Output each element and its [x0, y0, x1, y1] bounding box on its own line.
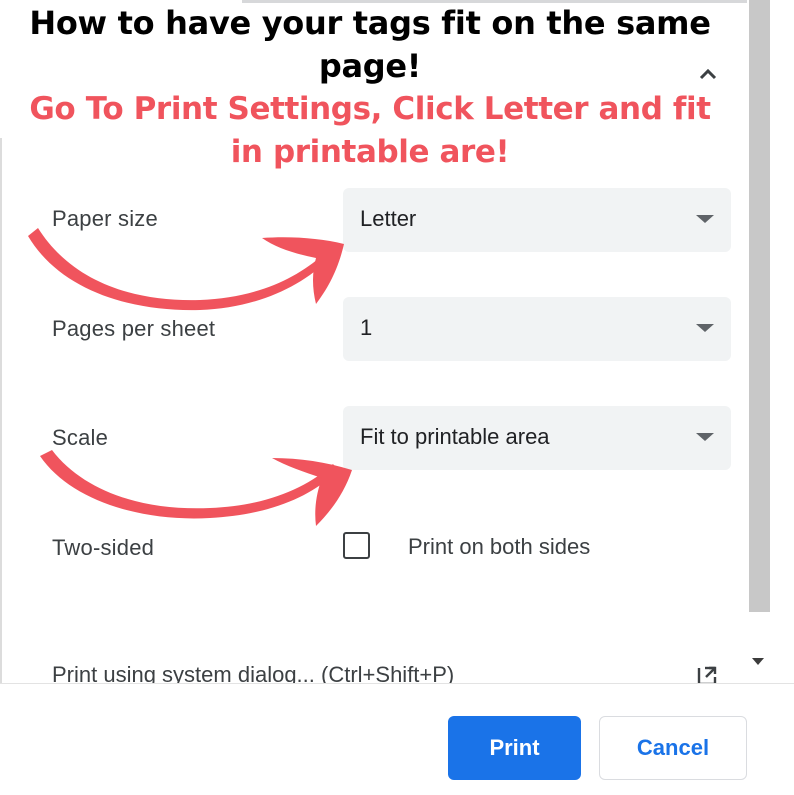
- panel-left-border: [0, 138, 2, 683]
- pages-per-sheet-label: Pages per sheet: [52, 316, 216, 341]
- paper-size-label: Paper size: [52, 206, 158, 231]
- tutorial-headline: How to have your tags fit on the same pa…: [29, 4, 711, 85]
- scale-label: Scale: [52, 425, 109, 450]
- scale-value: Fit to printable area: [360, 424, 550, 449]
- pages-per-sheet-select[interactable]: 1: [343, 297, 731, 361]
- two-sided-label: Two-sided: [52, 535, 155, 560]
- scroll-down-icon[interactable]: [752, 658, 764, 665]
- two-sided-option-label[interactable]: Print on both sides: [408, 534, 590, 560]
- dropdown-caret-icon: [696, 433, 714, 441]
- dropdown-caret-icon: [696, 324, 714, 332]
- scale-select[interactable]: Fit to printable area: [343, 406, 731, 470]
- pages-per-sheet-value: 1: [360, 315, 373, 340]
- paper-size-value: Letter: [360, 206, 417, 231]
- print-button[interactable]: Print: [448, 716, 581, 780]
- dropdown-caret-icon: [696, 215, 714, 223]
- paper-size-select[interactable]: Letter: [343, 188, 731, 252]
- two-sided-checkbox[interactable]: [343, 532, 370, 559]
- scrollbar-thumb[interactable]: [749, 0, 770, 612]
- cancel-button[interactable]: Cancel: [599, 716, 747, 780]
- tutorial-instruction: Go To Print Settings, Click Letter and f…: [29, 91, 711, 170]
